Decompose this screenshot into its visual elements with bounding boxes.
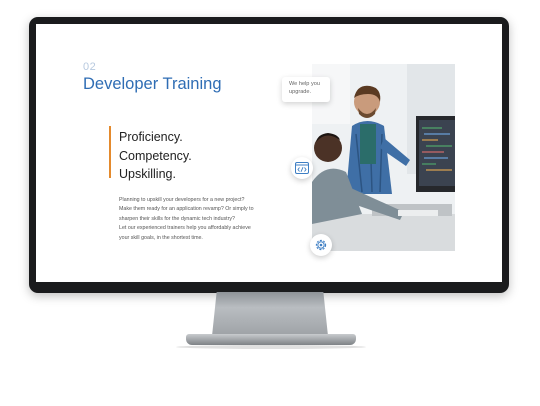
- code-window-icon: [291, 157, 313, 179]
- tagline: Upskilling.: [119, 167, 176, 181]
- description-line: Planning to upskill your developers for …: [119, 197, 245, 203]
- monitor-bezel: 02 Developer Training Proficiency. Compe…: [29, 17, 509, 293]
- developers-photo: [312, 64, 455, 251]
- section-number: 02: [83, 61, 97, 73]
- monitor-neck: [212, 292, 328, 336]
- description-line: sharpen their skills for the dynamic tec…: [119, 215, 235, 222]
- gear-icon: [310, 234, 332, 256]
- tagline: Proficiency.: [119, 130, 183, 144]
- monitor-screen: 02 Developer Training Proficiency. Compe…: [36, 24, 502, 282]
- monitor-base: [186, 334, 356, 345]
- tagline-list: Proficiency. Competency. Upskilling.: [119, 128, 192, 184]
- callout-line: We help you: [289, 81, 320, 87]
- description: Planning to upskill your developers for …: [119, 196, 299, 243]
- page-title: Developer Training: [83, 75, 222, 93]
- monitor-base-shadow: [176, 345, 366, 349]
- callout-bubble: We help you upgrade.: [282, 77, 330, 102]
- callout-line: upgrade.: [289, 89, 312, 95]
- tagline: Competency.: [119, 148, 192, 163]
- accent-bar: [109, 126, 111, 178]
- description-line: Make them ready for an application revam…: [119, 206, 254, 213]
- description-line: your skill goals, in the shortest time.: [119, 234, 203, 241]
- description-line: Let our experienced trainers help you af…: [119, 225, 251, 232]
